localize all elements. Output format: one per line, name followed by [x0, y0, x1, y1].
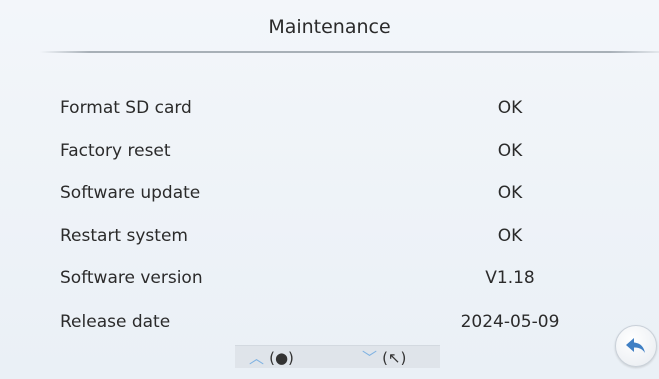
title-divider	[40, 51, 659, 53]
row-value: 2024-05-09	[460, 312, 560, 332]
row-label: Release date	[60, 312, 171, 332]
chevron-down-icon: ﹀	[362, 349, 378, 367]
row-value: V1.18	[485, 268, 535, 288]
row-label: Software update	[60, 183, 201, 203]
row-label: Restart system	[60, 226, 188, 246]
page-title: Maintenance	[268, 16, 391, 38]
row-factory-reset[interactable]: Factory reset OK	[60, 141, 620, 169]
row-value[interactable]: OK	[450, 141, 570, 161]
row-value[interactable]: OK	[450, 98, 570, 118]
row-label: Format SD card	[60, 98, 192, 118]
row-format-sd-card[interactable]: Format SD card OK	[60, 98, 620, 126]
row-software-version: Software version V1.18	[60, 268, 620, 296]
phone-key-icon: (↖)	[382, 349, 407, 367]
row-label: Software version	[60, 268, 203, 288]
down-key-hint: ﹀ (↖)	[362, 347, 406, 368]
up-key-hint: ︿ (●)	[249, 347, 294, 368]
key-hint-bar: ︿ (●) ﹀ (↖)	[235, 345, 440, 368]
back-button[interactable]	[615, 325, 657, 367]
row-software-update[interactable]: Software update OK	[60, 183, 620, 211]
row-label: Factory reset	[60, 141, 171, 161]
person-key-icon: (●)	[269, 349, 294, 367]
row-restart-system[interactable]: Restart system OK	[60, 226, 620, 254]
row-value[interactable]: OK	[450, 183, 570, 203]
row-value[interactable]: OK	[450, 226, 570, 246]
chevron-up-icon: ︿	[249, 349, 265, 367]
row-release-date: Release date 2024-05-09	[60, 312, 620, 340]
maintenance-screen: Maintenance Format SD card OK Factory re…	[0, 0, 659, 379]
back-arrow-icon	[626, 338, 645, 353]
